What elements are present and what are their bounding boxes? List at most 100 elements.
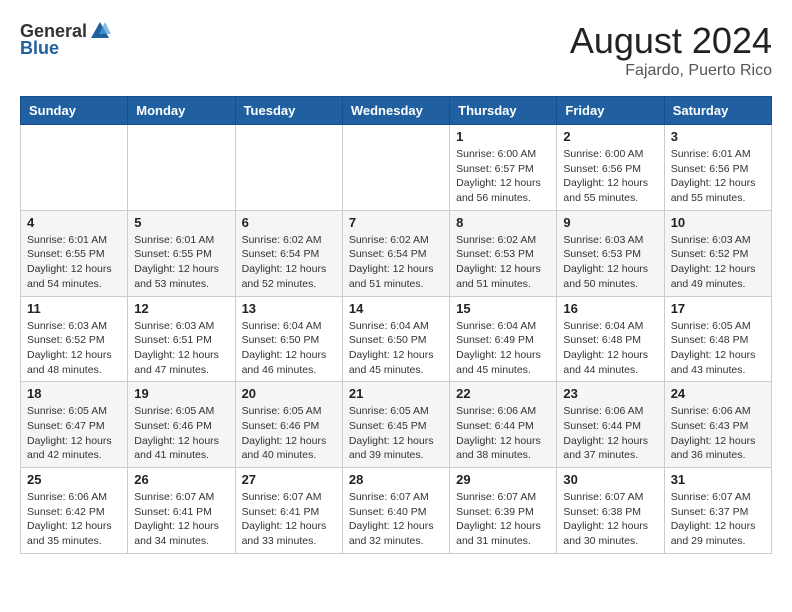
calendar-cell: 21 Sunrise: 6:05 AMSunset: 6:45 PMDayligh… bbox=[342, 382, 449, 468]
weekday-header-sunday: Sunday bbox=[21, 97, 128, 125]
calendar-cell: 9Sunrise: 6:03 AMSunset: 6:53 PMDaylight… bbox=[557, 210, 664, 296]
day-number: 27 bbox=[242, 472, 336, 487]
day-detail: Sunrise: 6:04 AMSunset: 6:50 PMDaylight:… bbox=[349, 319, 443, 378]
day-detail: Sunrise: 6:02 AMSunset: 6:54 PMDaylight:… bbox=[242, 233, 336, 292]
title-block: August 2024 Fajardo, Puerto Rico bbox=[570, 20, 772, 80]
day-number: 2 bbox=[563, 129, 657, 144]
day-number: 15 bbox=[456, 301, 550, 316]
day-number: 13 bbox=[242, 301, 336, 316]
day-detail: Sunrise: 6:00 AMSunset: 6:57 PMDaylight:… bbox=[456, 147, 550, 206]
day-number: 11 bbox=[27, 301, 121, 316]
day-detail: Sunrise: 6:06 AMSunset: 6:42 PMDaylight:… bbox=[27, 490, 121, 549]
calendar-cell: 4 Sunrise: 6:01 AMSunset: 6:55 PMDaylight… bbox=[21, 210, 128, 296]
day-detail: Sunrise: 6:02 AMSunset: 6:54 PMDaylight:… bbox=[349, 233, 443, 292]
calendar-week-4: 18 Sunrise: 6:05 AMSunset: 6:47 PMDayligh… bbox=[21, 382, 772, 468]
day-detail: Sunrise: 6:07 AMSunset: 6:40 PMDaylight:… bbox=[349, 490, 443, 549]
day-number: 3 bbox=[671, 129, 765, 144]
day-number: 31 bbox=[671, 472, 765, 487]
day-number: 29 bbox=[456, 472, 550, 487]
weekday-header-wednesday: Wednesday bbox=[342, 97, 449, 125]
day-detail: Sunrise: 6:01 AMSunset: 6:55 PMDaylight:… bbox=[27, 233, 121, 292]
calendar-week-5: 25 Sunrise: 6:06 AMSunset: 6:42 PMDayligh… bbox=[21, 468, 772, 554]
logo: General Blue bbox=[20, 20, 111, 59]
calendar-cell: 10Sunrise: 6:03 AMSunset: 6:52 PMDayligh… bbox=[664, 210, 771, 296]
day-number: 24 bbox=[671, 386, 765, 401]
day-detail: Sunrise: 6:02 AMSunset: 6:53 PMDaylight:… bbox=[456, 233, 550, 292]
day-detail: Sunrise: 6:04 AMSunset: 6:48 PMDaylight:… bbox=[563, 319, 657, 378]
day-number: 20 bbox=[242, 386, 336, 401]
day-number: 23 bbox=[563, 386, 657, 401]
calendar-cell: 26 Sunrise: 6:07 AMSunset: 6:41 PMDayligh… bbox=[128, 468, 235, 554]
day-detail: Sunrise: 6:05 AMSunset: 6:45 PMDaylight:… bbox=[349, 404, 443, 463]
day-detail: Sunrise: 6:04 AMSunset: 6:49 PMDaylight:… bbox=[456, 319, 550, 378]
calendar-cell: 28 Sunrise: 6:07 AMSunset: 6:40 PMDayligh… bbox=[342, 468, 449, 554]
day-number: 7 bbox=[349, 215, 443, 230]
weekday-header-friday: Friday bbox=[557, 97, 664, 125]
day-number: 28 bbox=[349, 472, 443, 487]
calendar-week-3: 11 Sunrise: 6:03 AMSunset: 6:52 PMDayligh… bbox=[21, 296, 772, 382]
day-number: 17 bbox=[671, 301, 765, 316]
calendar-cell bbox=[128, 125, 235, 211]
day-number: 21 bbox=[349, 386, 443, 401]
day-number: 4 bbox=[27, 215, 121, 230]
day-detail: Sunrise: 6:07 AMSunset: 6:41 PMDaylight:… bbox=[242, 490, 336, 549]
day-number: 22 bbox=[456, 386, 550, 401]
day-detail: Sunrise: 6:07 AMSunset: 6:39 PMDaylight:… bbox=[456, 490, 550, 549]
calendar-cell: 23 Sunrise: 6:06 AMSunset: 6:44 PMDayligh… bbox=[557, 382, 664, 468]
day-number: 14 bbox=[349, 301, 443, 316]
calendar-cell: 11 Sunrise: 6:03 AMSunset: 6:52 PMDayligh… bbox=[21, 296, 128, 382]
calendar-cell: 22 Sunrise: 6:06 AMSunset: 6:44 PMDayligh… bbox=[450, 382, 557, 468]
calendar-cell: 3 Sunrise: 6:01 AMSunset: 6:56 PMDaylight… bbox=[664, 125, 771, 211]
calendar-cell: 20 Sunrise: 6:05 AMSunset: 6:46 PMDayligh… bbox=[235, 382, 342, 468]
day-detail: Sunrise: 6:01 AMSunset: 6:55 PMDaylight:… bbox=[134, 233, 228, 292]
day-detail: Sunrise: 6:03 AMSunset: 6:52 PMDaylight:… bbox=[27, 319, 121, 378]
day-detail: Sunrise: 6:03 AMSunset: 6:53 PMDaylight:… bbox=[563, 233, 657, 292]
day-number: 6 bbox=[242, 215, 336, 230]
day-detail: Sunrise: 6:01 AMSunset: 6:56 PMDaylight:… bbox=[671, 147, 765, 206]
calendar-cell: 12Sunrise: 6:03 AMSunset: 6:51 PMDayligh… bbox=[128, 296, 235, 382]
calendar-cell bbox=[21, 125, 128, 211]
day-detail: Sunrise: 6:07 AMSunset: 6:37 PMDaylight:… bbox=[671, 490, 765, 549]
weekday-header-thursday: Thursday bbox=[450, 97, 557, 125]
day-detail: Sunrise: 6:05 AMSunset: 6:47 PMDaylight:… bbox=[27, 404, 121, 463]
weekday-header-row: SundayMondayTuesdayWednesdayThursdayFrid… bbox=[21, 97, 772, 125]
logo-blue: Blue bbox=[20, 38, 59, 59]
day-number: 26 bbox=[134, 472, 228, 487]
calendar: SundayMondayTuesdayWednesdayThursdayFrid… bbox=[20, 96, 772, 554]
calendar-cell: 5 Sunrise: 6:01 AMSunset: 6:55 PMDaylight… bbox=[128, 210, 235, 296]
day-detail: Sunrise: 6:06 AMSunset: 6:43 PMDaylight:… bbox=[671, 404, 765, 463]
calendar-cell bbox=[342, 125, 449, 211]
calendar-cell: 31 Sunrise: 6:07 AMSunset: 6:37 PMDayligh… bbox=[664, 468, 771, 554]
calendar-cell bbox=[235, 125, 342, 211]
weekday-header-monday: Monday bbox=[128, 97, 235, 125]
calendar-cell: 15 Sunrise: 6:04 AMSunset: 6:49 PMDayligh… bbox=[450, 296, 557, 382]
day-number: 10 bbox=[671, 215, 765, 230]
calendar-cell: 2 Sunrise: 6:00 AMSunset: 6:56 PMDaylight… bbox=[557, 125, 664, 211]
day-detail: Sunrise: 6:06 AMSunset: 6:44 PMDaylight:… bbox=[456, 404, 550, 463]
day-detail: Sunrise: 6:06 AMSunset: 6:44 PMDaylight:… bbox=[563, 404, 657, 463]
calendar-cell: 17 Sunrise: 6:05 AMSunset: 6:48 PMDayligh… bbox=[664, 296, 771, 382]
day-detail: Sunrise: 6:07 AMSunset: 6:38 PMDaylight:… bbox=[563, 490, 657, 549]
page-header: General Blue August 2024 Fajardo, Puerto… bbox=[20, 20, 772, 80]
calendar-cell: 19Sunrise: 6:05 AMSunset: 6:46 PMDayligh… bbox=[128, 382, 235, 468]
day-number: 8 bbox=[456, 215, 550, 230]
calendar-week-2: 4 Sunrise: 6:01 AMSunset: 6:55 PMDaylight… bbox=[21, 210, 772, 296]
calendar-cell: 13Sunrise: 6:04 AMSunset: 6:50 PMDayligh… bbox=[235, 296, 342, 382]
month-year: August 2024 bbox=[570, 20, 772, 62]
day-number: 16 bbox=[563, 301, 657, 316]
day-detail: Sunrise: 6:07 AMSunset: 6:41 PMDaylight:… bbox=[134, 490, 228, 549]
calendar-cell: 27 Sunrise: 6:07 AMSunset: 6:41 PMDayligh… bbox=[235, 468, 342, 554]
day-number: 18 bbox=[27, 386, 121, 401]
weekday-header-saturday: Saturday bbox=[664, 97, 771, 125]
calendar-cell: 18 Sunrise: 6:05 AMSunset: 6:47 PMDayligh… bbox=[21, 382, 128, 468]
calendar-cell: 1Sunrise: 6:00 AMSunset: 6:57 PMDaylight… bbox=[450, 125, 557, 211]
day-detail: Sunrise: 6:00 AMSunset: 6:56 PMDaylight:… bbox=[563, 147, 657, 206]
calendar-week-1: 1Sunrise: 6:00 AMSunset: 6:57 PMDaylight… bbox=[21, 125, 772, 211]
day-detail: Sunrise: 6:05 AMSunset: 6:48 PMDaylight:… bbox=[671, 319, 765, 378]
calendar-cell: 16 Sunrise: 6:04 AMSunset: 6:48 PMDayligh… bbox=[557, 296, 664, 382]
calendar-cell: 29 Sunrise: 6:07 AMSunset: 6:39 PMDayligh… bbox=[450, 468, 557, 554]
calendar-cell: 24 Sunrise: 6:06 AMSunset: 6:43 PMDayligh… bbox=[664, 382, 771, 468]
day-detail: Sunrise: 6:05 AMSunset: 6:46 PMDaylight:… bbox=[242, 404, 336, 463]
day-number: 25 bbox=[27, 472, 121, 487]
day-number: 5 bbox=[134, 215, 228, 230]
